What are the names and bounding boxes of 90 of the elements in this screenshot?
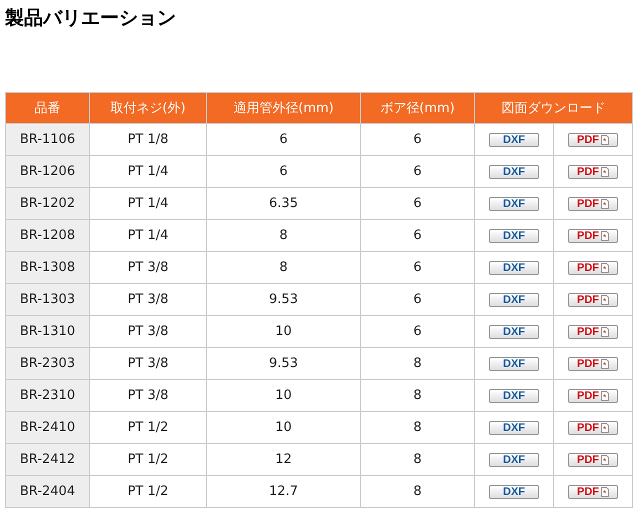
document-icon: [601, 135, 609, 146]
part-number-cell: BR-1303: [6, 284, 90, 316]
part-number-cell: BR-1202: [6, 188, 90, 220]
pdf-download-button[interactable]: PDF: [568, 293, 618, 308]
table-cell: 12.7: [206, 476, 360, 508]
pdf-download-button[interactable]: PDF: [568, 453, 618, 468]
document-icon: [601, 487, 609, 498]
column-header: 品番: [6, 92, 90, 124]
table-cell: 6: [360, 124, 474, 156]
table-cell: 6: [360, 284, 474, 316]
column-header: ボア径(mm): [360, 92, 474, 124]
column-header: 適用管外径(mm): [206, 92, 360, 124]
table-cell: PT 3/8: [90, 252, 206, 284]
table-cell: PT 1/8: [90, 124, 206, 156]
dxf-download-button[interactable]: DXF: [489, 229, 539, 244]
table-cell: 8: [360, 412, 474, 444]
table-cell: PT 3/8: [90, 348, 206, 380]
part-number-cell: BR-1310: [6, 316, 90, 348]
table-cell: 10: [206, 412, 360, 444]
column-header: 図面ダウンロード: [474, 92, 632, 124]
dxf-download-button[interactable]: DXF: [489, 165, 539, 180]
part-number-cell: BR-1208: [6, 220, 90, 252]
pdf-download-button[interactable]: PDF: [568, 165, 618, 180]
part-number-cell: BR-2303: [6, 348, 90, 380]
part-number-cell: BR-2412: [6, 444, 90, 476]
part-number-cell: BR-2404: [6, 476, 90, 508]
document-icon: [601, 327, 609, 338]
column-header: 取付ネジ(外): [90, 92, 206, 124]
dxf-download-button[interactable]: DXF: [489, 421, 539, 436]
table-cell: 10: [206, 316, 360, 348]
table-cell: 8: [360, 476, 474, 508]
table-cell: 6: [206, 156, 360, 188]
table-cell: 8: [360, 348, 474, 380]
page-title: 製品バリエーション: [5, 6, 177, 31]
table-cell: PT 1/2: [90, 444, 206, 476]
part-number-cell: BR-1308: [6, 252, 90, 284]
document-icon: [601, 167, 609, 178]
document-icon: [601, 231, 609, 242]
table-cell: 12: [206, 444, 360, 476]
document-icon: [601, 455, 609, 466]
table-cell: PT 1/2: [90, 412, 206, 444]
table-cell: 6: [360, 188, 474, 220]
table-cell: 9.53: [206, 284, 360, 316]
part-number-cell: BR-1106: [6, 124, 90, 156]
pdf-download-button[interactable]: PDF: [568, 421, 618, 436]
part-number-cell: BR-2310: [6, 380, 90, 412]
table-cell: 6: [360, 156, 474, 188]
document-icon: [601, 359, 609, 370]
pdf-download-button[interactable]: PDF: [568, 133, 618, 148]
dxf-download-button[interactable]: DXF: [489, 453, 539, 468]
pdf-download-button[interactable]: PDF: [568, 325, 618, 340]
table-cell: 6: [360, 316, 474, 348]
dxf-download-button[interactable]: DXF: [489, 325, 539, 340]
table-cell: 6: [206, 124, 360, 156]
pdf-download-button[interactable]: PDF: [568, 357, 618, 372]
document-icon: [601, 295, 609, 306]
document-icon: [601, 263, 609, 274]
table-cell: PT 1/2: [90, 476, 206, 508]
part-number-cell: BR-1206: [6, 156, 90, 188]
table-cell: PT 1/4: [90, 220, 206, 252]
document-icon: [601, 391, 609, 402]
table-cell: PT 3/8: [90, 284, 206, 316]
table-cell: PT 3/8: [90, 316, 206, 348]
dxf-download-button[interactable]: DXF: [489, 293, 539, 308]
table-cell: 8: [206, 252, 360, 284]
pdf-download-button[interactable]: PDF: [568, 197, 618, 212]
dxf-download-button[interactable]: DXF: [489, 485, 539, 500]
dxf-download-button[interactable]: DXF: [489, 357, 539, 372]
pdf-download-button[interactable]: PDF: [568, 389, 618, 404]
table-cell: PT 1/4: [90, 156, 206, 188]
pdf-download-button[interactable]: PDF: [568, 485, 618, 500]
table-cell: PT 1/4: [90, 188, 206, 220]
dxf-download-button[interactable]: DXF: [489, 261, 539, 276]
table-cell: 10: [206, 380, 360, 412]
table-cell: 6: [360, 220, 474, 252]
document-icon: [601, 199, 609, 210]
table-cell: 8: [206, 220, 360, 252]
dxf-download-button[interactable]: DXF: [489, 133, 539, 148]
dxf-download-button[interactable]: DXF: [489, 389, 539, 404]
table-cell: 8: [360, 444, 474, 476]
table-cell: PT 3/8: [90, 380, 206, 412]
table-cell: 6.35: [206, 188, 360, 220]
part-number-cell: BR-2410: [6, 412, 90, 444]
table-cell: 8: [360, 380, 474, 412]
dxf-download-button[interactable]: DXF: [489, 197, 539, 212]
table-cell: 9.53: [206, 348, 360, 380]
document-icon: [601, 423, 609, 434]
pdf-download-button[interactable]: PDF: [568, 261, 618, 276]
pdf-download-button[interactable]: PDF: [568, 229, 618, 244]
table-cell: 6: [360, 252, 474, 284]
